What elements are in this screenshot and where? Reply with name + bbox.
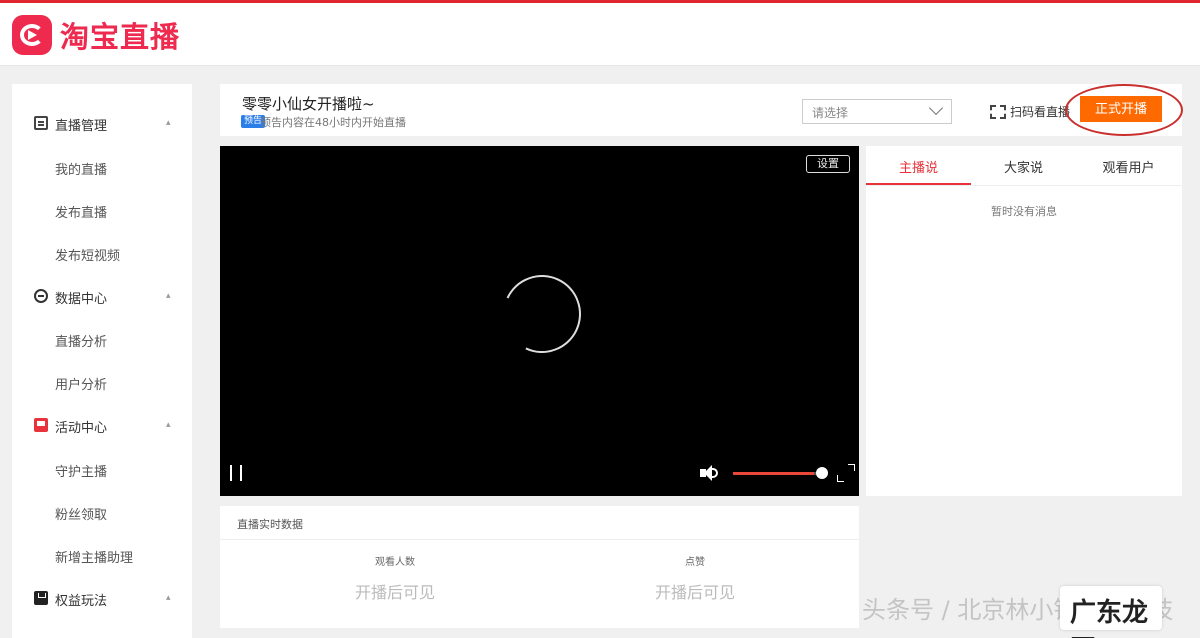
volume-slider[interactable] xyxy=(733,472,823,475)
scan-label: 扫码看直播 xyxy=(1010,105,1071,119)
tab-anchor-says[interactable]: 主播说 xyxy=(866,157,971,176)
scan-icon xyxy=(990,104,1006,119)
stat-value-viewers: 开播后可见 xyxy=(354,583,435,602)
watermark-badge: 广东龙网 xyxy=(1060,586,1162,638)
settings-button[interactable]: 设置 xyxy=(806,155,850,173)
sidebar-group-label: 数据中心 xyxy=(55,292,108,307)
stat-label-likes: 点赞 xyxy=(685,557,705,568)
sidebar-group-label: 直播管理 xyxy=(55,119,108,134)
stats-title: 直播实时数据 xyxy=(237,518,303,531)
start-live-button[interactable]: 正式开播 xyxy=(1080,96,1162,122)
tab-everyone-says[interactable]: 大家说 xyxy=(971,157,1076,176)
sidebar-item-guard-anchor[interactable]: 守护主播 xyxy=(55,461,107,480)
select-value: 请选择 xyxy=(812,106,849,120)
chat-tabs: 主播说 大家说 观看用户 xyxy=(866,146,1182,186)
sidebar-item-user-analysis[interactable]: 用户分析 xyxy=(55,374,107,393)
sidebar-group-live-management[interactable]: 直播管理 ▴ xyxy=(12,108,192,138)
chevron-down-icon xyxy=(928,100,944,116)
caret-up-icon: ▴ xyxy=(166,420,171,430)
sidebar-item-publish-live[interactable]: 发布直播 xyxy=(55,202,107,221)
sidebar-item-add-assistant[interactable]: 新增主播助理 xyxy=(55,547,133,566)
sidebar-item-fans-claim[interactable]: 粉丝领取 xyxy=(55,504,107,523)
live-subtitle: 预告内容在48小时内开始直播 xyxy=(260,116,406,129)
watermark-badge-text: 广东龙网 xyxy=(1070,598,1149,638)
stat-label-viewers: 观看人数 xyxy=(375,557,415,568)
header-bar: 淘宝直播 xyxy=(0,3,1200,66)
logo-text: 淘宝直播 xyxy=(60,20,181,54)
live-title: 零零小仙女开播啦~ xyxy=(242,95,375,113)
loading-spinner-icon xyxy=(492,264,592,364)
live-stats-panel: 直播实时数据 观看人数 开播后可见 点赞 开播后可见 xyxy=(220,506,859,628)
sidebar-group-activity-center[interactable]: 活动中心 ▴ xyxy=(12,410,192,440)
taobao-live-logo-icon xyxy=(12,15,52,55)
sidebar-item-publish-short-video[interactable]: 发布短视频 xyxy=(55,245,120,264)
activity-icon xyxy=(34,418,48,432)
stat-value-likes: 开播后可见 xyxy=(654,583,735,602)
status-select[interactable]: 请选择 xyxy=(802,99,952,124)
logo[interactable]: 淘宝直播 xyxy=(12,14,180,56)
pause-icon[interactable] xyxy=(230,465,242,481)
sidebar-item-my-live[interactable]: 我的直播 xyxy=(55,159,107,178)
sidebar-item-live-analysis[interactable]: 直播分析 xyxy=(55,331,107,350)
volume-knob[interactable] xyxy=(816,467,828,479)
tab-viewers[interactable]: 观看用户 xyxy=(1076,157,1181,176)
bag-icon xyxy=(34,591,48,605)
video-player[interactable]: 设置 xyxy=(220,146,859,496)
sidebar: 直播管理 ▴ 我的直播 发布直播 发布短视频 数据中心 ▴ 直播分析 用户分析 … xyxy=(12,84,192,638)
sidebar-group-rights[interactable]: 权益玩法 ▴ xyxy=(12,583,192,613)
sidebar-group-label: 活动中心 xyxy=(55,421,108,436)
volume-icon[interactable] xyxy=(700,464,720,482)
chat-empty-text: 暂时没有消息 xyxy=(991,205,1057,218)
caret-up-icon: ▴ xyxy=(166,593,171,603)
caret-up-icon: ▴ xyxy=(166,118,171,128)
fullscreen-icon[interactable] xyxy=(837,464,855,482)
document-icon xyxy=(34,116,48,130)
live-title-bar: 零零小仙女开播啦~ 预告 预告内容在48小时内开始直播 请选择 扫码看直播 正式… xyxy=(220,84,1183,136)
active-tab-indicator xyxy=(866,183,971,185)
circle-icon xyxy=(34,289,48,303)
scan-to-watch-button[interactable]: 扫码看直播 xyxy=(990,103,1070,120)
volume-fill xyxy=(733,472,814,475)
divider xyxy=(220,539,859,540)
chat-panel: 主播说 大家说 观看用户 暂时没有消息 xyxy=(866,146,1182,496)
caret-up-icon: ▴ xyxy=(166,291,171,301)
sidebar-group-label: 权益玩法 xyxy=(55,594,108,609)
sidebar-group-data-center[interactable]: 数据中心 ▴ xyxy=(12,281,192,311)
